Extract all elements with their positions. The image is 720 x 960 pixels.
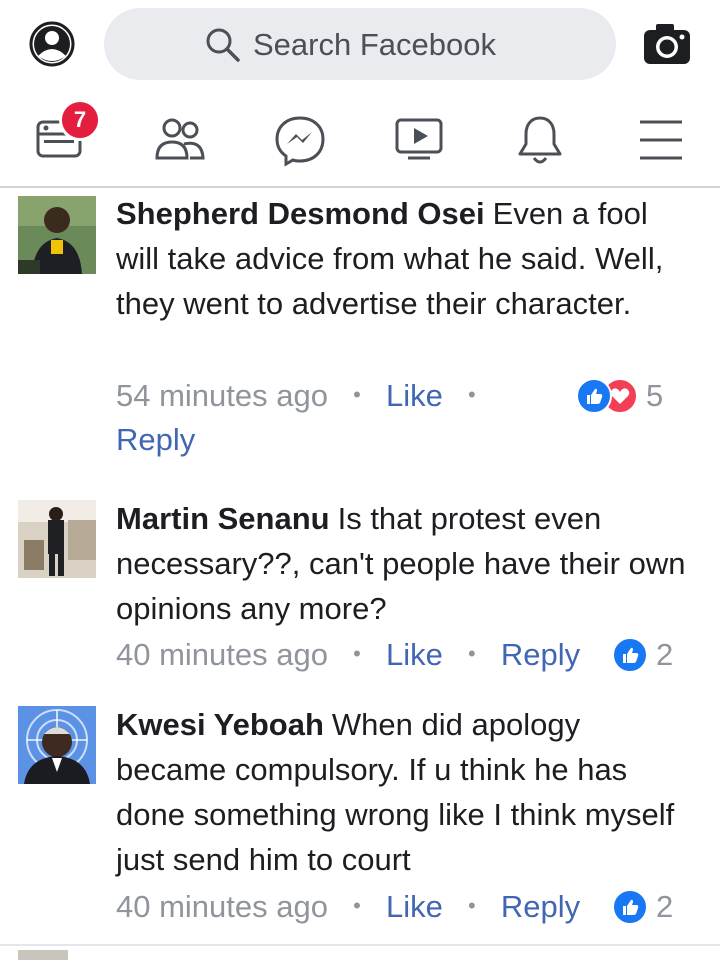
- reaction-count: 2: [656, 889, 674, 924]
- comment-author[interactable]: Kwesi Yeboah: [116, 707, 324, 742]
- top-bar: Search Facebook: [0, 0, 720, 92]
- comment-meta: 40 minutes ago • Like • Reply: [116, 631, 580, 677]
- avatar[interactable]: [18, 196, 96, 274]
- comment-body: Martin Senanu Is that protest even necess…: [116, 496, 686, 631]
- comment-author[interactable]: Martin Senanu: [116, 501, 330, 536]
- comment-timestamp[interactable]: 54 minutes ago: [116, 378, 328, 413]
- like-button[interactable]: Like: [386, 637, 443, 672]
- comment-meta: 54 minutes ago • Like •: [116, 372, 501, 418]
- messenger-icon[interactable]: [272, 112, 328, 168]
- notification-badge: 7: [59, 99, 101, 141]
- separator-dot: •: [353, 893, 361, 918]
- search-icon[interactable]: [204, 26, 242, 64]
- avatar[interactable]: [18, 500, 96, 578]
- reply-button[interactable]: Reply: [501, 889, 580, 924]
- comment-body: Shepherd Desmond Osei Even a fool will ta…: [116, 191, 686, 326]
- camera-icon[interactable]: [642, 22, 692, 66]
- comment-timestamp[interactable]: 40 minutes ago: [116, 889, 328, 924]
- comment-meta-wrap: Reply: [116, 417, 195, 462]
- watch-icon[interactable]: [392, 112, 448, 168]
- like-reaction-icon: [612, 637, 648, 673]
- like-reaction-icon: [576, 378, 612, 414]
- separator-dot: •: [468, 382, 476, 407]
- like-button[interactable]: Like: [386, 378, 443, 413]
- profile-avatar-icon[interactable]: [28, 20, 76, 68]
- reaction-summary[interactable]: 5: [576, 376, 663, 416]
- notifications-icon[interactable]: [512, 112, 568, 168]
- separator-dot: •: [353, 641, 361, 666]
- separator-dot: •: [353, 382, 361, 407]
- separator-dot: •: [468, 893, 476, 918]
- reaction-summary[interactable]: 2: [612, 887, 673, 927]
- comment-meta: 40 minutes ago • Like • Reply: [116, 883, 580, 929]
- like-button[interactable]: Like: [386, 889, 443, 924]
- divider: [0, 944, 720, 946]
- comment-body: Kwesi Yeboah When did apology became comp…: [116, 702, 686, 882]
- comment-author[interactable]: Shepherd Desmond Osei: [116, 196, 485, 231]
- like-reaction-icon: [612, 889, 648, 925]
- avatar[interactable]: [18, 950, 68, 960]
- reaction-count: 2: [656, 637, 674, 672]
- reaction-summary[interactable]: 2: [612, 635, 673, 675]
- reaction-count: 5: [646, 378, 664, 413]
- friends-icon[interactable]: [152, 112, 208, 168]
- comment-timestamp[interactable]: 40 minutes ago: [116, 637, 328, 672]
- navigation-bar: [0, 92, 720, 188]
- separator-dot: •: [468, 641, 476, 666]
- reply-button[interactable]: Reply: [501, 637, 580, 672]
- search-input[interactable]: Search Facebook: [253, 26, 496, 64]
- reply-button[interactable]: Reply: [116, 422, 195, 457]
- menu-icon[interactable]: [636, 112, 692, 168]
- avatar[interactable]: [18, 706, 96, 784]
